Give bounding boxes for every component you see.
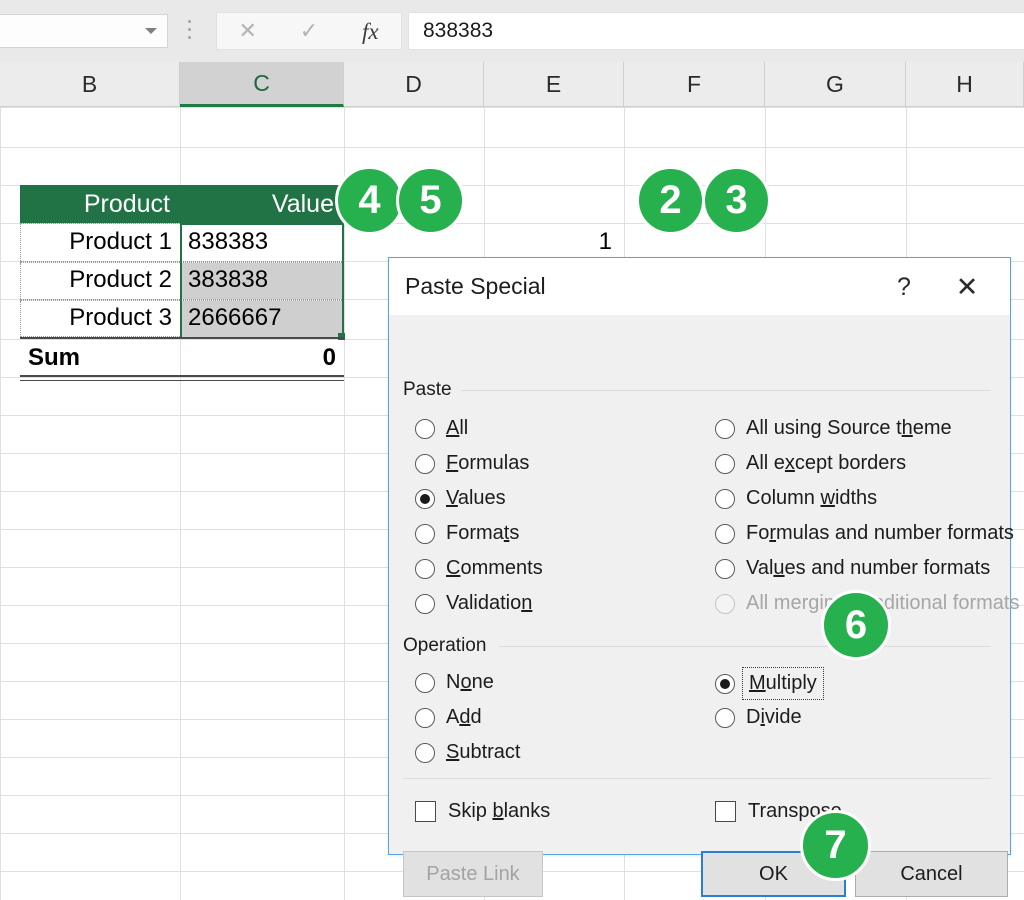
operation-group-label: Operation: [403, 635, 495, 657]
radio-paste-validation[interactable]: Validation: [415, 592, 532, 615]
cell-b3-product-1[interactable]: Product 1: [20, 223, 180, 261]
column-header-g[interactable]: G: [765, 62, 906, 107]
radio-paste-all-label-rest: ll: [459, 417, 469, 439]
column-header-e[interactable]: E: [484, 62, 624, 107]
fx-insert-function-icon[interactable]: fx: [344, 20, 396, 43]
excel-paste-special-screenshot: ✕ ✓ fx 838383 B C D E F G H Product Valu…: [0, 0, 1024, 900]
selection-range-c3-c5: [180, 223, 344, 339]
radio-paste-formats[interactable]: Formats: [415, 522, 519, 545]
help-icon[interactable]: ?: [886, 271, 922, 303]
radio-paste-formulas-and-number-formats[interactable]: Formulas and number formats: [715, 522, 1014, 545]
cancel-button[interactable]: Cancel: [855, 851, 1008, 897]
chevron-down-icon[interactable]: [145, 28, 157, 34]
formula-value: 838383: [423, 19, 494, 42]
column-header-c[interactable]: C: [180, 62, 344, 107]
table-header-product: Product: [83, 189, 170, 218]
paste-group-rule: [461, 390, 991, 391]
radio-indicator[interactable]: [415, 558, 435, 579]
operation-group-rule: [499, 646, 991, 647]
radio-operation-divide[interactable]: Divide: [715, 706, 802, 729]
column-header-b[interactable]: B: [0, 62, 180, 107]
radio-paste-column-widths[interactable]: Column widths: [715, 487, 877, 510]
cell-b5-product-3[interactable]: Product 3: [20, 299, 180, 337]
radio-indicator[interactable]: [715, 673, 735, 694]
close-x-icon[interactable]: ✕: [222, 20, 274, 42]
formula-bar: ✕ ✓ fx 838383: [0, 0, 1024, 62]
radio-operation-subtract[interactable]: Subtract: [415, 741, 521, 764]
radio-indicator[interactable]: [415, 672, 435, 693]
step-badge-7: 7: [800, 810, 871, 881]
radio-indicator: [715, 593, 735, 614]
checkmark-icon[interactable]: ✓: [283, 20, 335, 42]
radio-indicator[interactable]: [415, 742, 435, 763]
radio-indicator[interactable]: [715, 558, 735, 579]
name-box[interactable]: [0, 14, 168, 48]
radio-paste-all-using-source-theme[interactable]: All using Source theme: [715, 417, 952, 440]
radio-operation-add[interactable]: Add: [415, 706, 482, 729]
radio-indicator[interactable]: [415, 523, 435, 544]
radio-paste-all[interactable]: All: [415, 417, 468, 440]
column-header-d[interactable]: D: [344, 62, 484, 107]
step-badge-3: 3: [702, 166, 771, 235]
table-header-value: Value: [271, 189, 334, 218]
radio-indicator[interactable]: [415, 453, 435, 474]
radio-indicator[interactable]: [415, 707, 435, 728]
column-header-f[interactable]: F: [624, 62, 765, 107]
radio-paste-comments[interactable]: Comments: [415, 557, 543, 580]
vertical-dots-separator-icon: [188, 20, 191, 42]
dialog-title: Paste Special: [405, 273, 546, 299]
radio-indicator[interactable]: [715, 707, 735, 728]
column-headers: B C D E F G H: [0, 62, 1024, 107]
step-badge-5: 5: [396, 166, 465, 235]
radio-paste-values-and-number-formats[interactable]: Values and number formats: [715, 557, 990, 580]
cell-b6-sum-label[interactable]: Sum: [20, 339, 180, 377]
cell-e3-multiplier[interactable]: 1: [484, 223, 624, 261]
cell-b4-product-2[interactable]: Product 2: [20, 261, 180, 299]
formula-bar-buttons: ✕ ✓ fx: [216, 12, 402, 50]
radio-paste-formulas[interactable]: Formulas: [415, 452, 529, 475]
checkbox-indicator[interactable]: [415, 801, 436, 822]
dialog-title-bar: Paste Special ? ✕: [389, 258, 1010, 315]
radio-paste-all-except-borders[interactable]: All except borders: [715, 452, 906, 475]
paste-link-button: Paste Link: [403, 851, 543, 897]
sum-row-bottom-border-inner: [20, 380, 344, 381]
checkbox-skip-blanks[interactable]: Skip blanks: [415, 800, 550, 823]
dialog-body: Paste All Formulas Values Formats Commen…: [389, 315, 1019, 897]
step-badge-6: 6: [821, 590, 891, 660]
paste-group-label: Paste: [403, 379, 460, 401]
step-badge-4: 4: [335, 166, 404, 235]
close-icon[interactable]: ✕: [948, 270, 986, 304]
radio-indicator[interactable]: [715, 453, 735, 474]
radio-paste-values[interactable]: Values: [415, 487, 506, 510]
step-badge-2: 2: [636, 166, 705, 235]
radio-indicator[interactable]: [415, 593, 435, 614]
paste-special-dialog: Paste Special ? ✕ Paste All Formulas Val…: [388, 257, 1019, 897]
radio-indicator[interactable]: [715, 418, 735, 439]
radio-operation-multiply[interactable]: Multiply: [715, 667, 824, 700]
cell-c6-sum-value[interactable]: 0: [180, 339, 344, 377]
formula-input[interactable]: 838383: [408, 12, 1024, 50]
column-header-h[interactable]: H: [906, 62, 1024, 107]
radio-operation-none[interactable]: None: [415, 671, 494, 694]
radio-indicator[interactable]: [715, 523, 735, 544]
radio-indicator[interactable]: [415, 418, 435, 439]
checkbox-indicator[interactable]: [715, 801, 736, 822]
sum-row-bottom-border-outer: [20, 375, 344, 377]
radio-indicator[interactable]: [715, 488, 735, 509]
radio-indicator[interactable]: [415, 488, 435, 509]
checkbox-section-rule: [403, 778, 991, 779]
